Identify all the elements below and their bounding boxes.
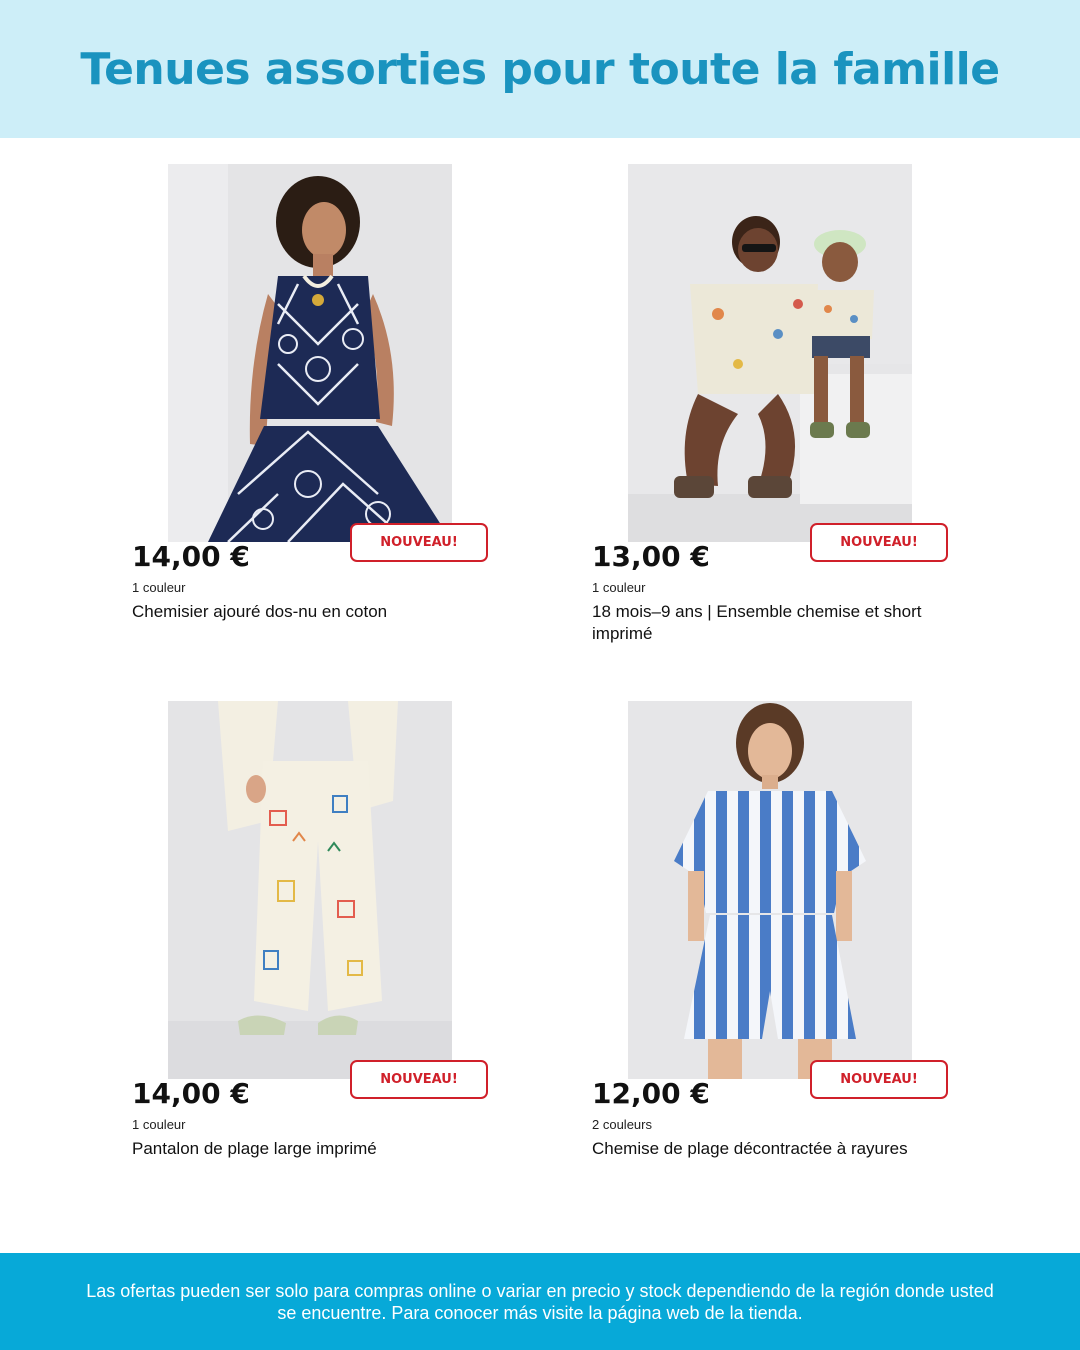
product-name[interactable]: Chemise de plage décontractée à rayures [592, 1138, 952, 1160]
product-name[interactable]: Pantalon de plage large imprimé [132, 1138, 492, 1160]
new-badge: NOUVEAU! [810, 523, 948, 562]
product-image[interactable] [628, 164, 912, 542]
product-name[interactable]: 18 mois–9 ans | Ensemble chemise et shor… [592, 601, 952, 645]
color-count: 2 couleurs [592, 1117, 652, 1132]
color-count: 1 couleur [132, 580, 186, 595]
product-image[interactable] [168, 164, 452, 542]
product-price: 13,00 € [592, 540, 710, 573]
new-badge: NOUVEAU! [350, 523, 488, 562]
product-name[interactable]: Chemisier ajouré dos-nu en coton [132, 601, 492, 623]
product-price: 14,00 € [132, 1077, 250, 1110]
product-price: 12,00 € [592, 1077, 710, 1110]
page-title: Tenues assorties pour toute la famille [80, 43, 1000, 95]
new-badge: NOUVEAU! [350, 1060, 488, 1099]
footer-banner: Las ofertas pueden ser solo para compras… [0, 1253, 1080, 1350]
footer-disclaimer: Las ofertas pueden ser solo para compras… [86, 1280, 994, 1323]
page-header: Tenues assorties pour toute la famille [0, 0, 1080, 138]
product-image[interactable] [168, 701, 452, 1079]
color-count: 1 couleur [132, 1117, 186, 1132]
product-price: 14,00 € [132, 540, 250, 573]
new-badge: NOUVEAU! [810, 1060, 948, 1099]
product-image[interactable] [628, 701, 912, 1079]
color-count: 1 couleur [592, 580, 646, 595]
